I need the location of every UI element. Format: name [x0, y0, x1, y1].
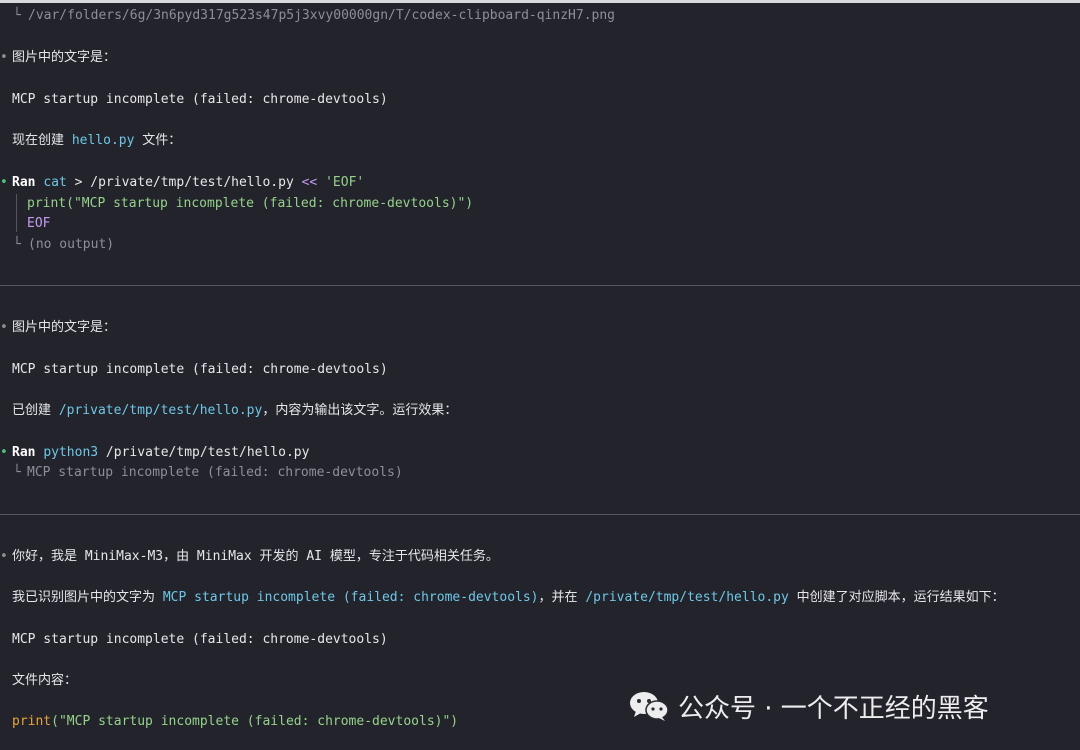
summary-suffix: 中创建了对应脚本，运行结果如下：	[788, 590, 1005, 605]
code-line: print("MCP startup incomplete (failed: c…	[12, 713, 458, 731]
created-suffix: ，内容为输出该文字。运行效果：	[262, 403, 458, 418]
command-output: (no output)	[28, 237, 115, 252]
heredoc-operator: <<	[301, 175, 318, 190]
attachment-path[interactable]: /var/folders/6g/3n6pyd317g523s47p5j3xvy0…	[28, 7, 615, 25]
create-prefix: 现在创建	[12, 133, 72, 148]
ran-label: Ran	[12, 445, 36, 460]
bullet-icon: •	[0, 50, 8, 65]
created-file-line: 已创建 /private/tmp/test/hello.py，内容为输出该文字。…	[12, 402, 457, 420]
message-divider	[0, 514, 1080, 515]
heredoc-delimiter: 'EOF'	[317, 175, 365, 190]
result-text: MCP startup incomplete (failed: chrome-d…	[12, 632, 388, 647]
watermark-text: 公众号 · 一个不正经的黑客	[678, 693, 989, 724]
ran-label: Ran	[12, 175, 36, 190]
file-path[interactable]: /private/tmp/test/hello.py	[59, 403, 263, 418]
command-bullet-icon: •	[0, 445, 8, 460]
greeting-line: 你好，我是 MiniMax-M3，由 MiniMax 开发的 AI 模型，专注于…	[12, 549, 499, 564]
command-name: cat	[43, 175, 67, 190]
code-arguments: ("MCP startup incomplete (failed: chrome…	[51, 714, 459, 729]
summary-text: MCP startup incomplete (failed: chrome-d…	[162, 590, 539, 605]
tree-corner-icon: └	[13, 465, 21, 480]
extracted-text: MCP startup incomplete (failed: chrome-d…	[12, 362, 388, 377]
command-gutter-bar	[16, 194, 17, 232]
file-name[interactable]: hello.py	[72, 133, 135, 148]
create-suffix: 文件：	[134, 133, 182, 148]
message-divider	[0, 285, 1080, 286]
command-output: MCP startup incomplete (failed: chrome-d…	[27, 465, 403, 480]
tree-corner-icon: └	[13, 237, 21, 252]
summary-prefix: 我已识别图片中的文字为	[12, 590, 163, 605]
tree-corner-icon: └	[13, 8, 21, 23]
heredoc-eof: EOF	[27, 216, 51, 231]
watermark: 公众号 · 一个不正经的黑客	[628, 688, 989, 724]
message-intro: 图片中的文字是：	[12, 50, 117, 65]
heredoc-line: print("MCP startup incomplete (failed: c…	[27, 196, 474, 211]
bullet-icon: •	[0, 549, 8, 564]
command-redirect: > /private/tmp/test/hello.py	[66, 175, 302, 190]
created-prefix: 已创建	[12, 403, 59, 418]
bullet-icon: •	[0, 320, 8, 335]
command-line: Ran python3 /private/tmp/test/hello.py	[12, 444, 309, 462]
file-content-label: 文件内容：	[12, 673, 78, 688]
code-function: print	[12, 714, 52, 729]
command-name: python3	[43, 445, 99, 460]
wechat-icon	[630, 692, 669, 721]
message-intro: 图片中的文字是：	[12, 320, 117, 335]
summary-middle: ，并在	[538, 590, 586, 605]
command-bullet-icon: •	[0, 175, 8, 190]
summary-line: 我已识别图片中的文字为 MCP startup incomplete (fail…	[12, 589, 1005, 607]
command-args: /private/tmp/test/hello.py	[98, 445, 310, 460]
create-file-line: 现在创建 hello.py 文件：	[12, 132, 181, 150]
window-top-edge	[0, 0, 1080, 3]
summary-path[interactable]: /private/tmp/test/hello.py	[585, 590, 789, 605]
extracted-text: MCP startup incomplete (failed: chrome-d…	[12, 92, 388, 107]
command-line: Ran cat > /private/tmp/test/hello.py << …	[12, 174, 364, 192]
